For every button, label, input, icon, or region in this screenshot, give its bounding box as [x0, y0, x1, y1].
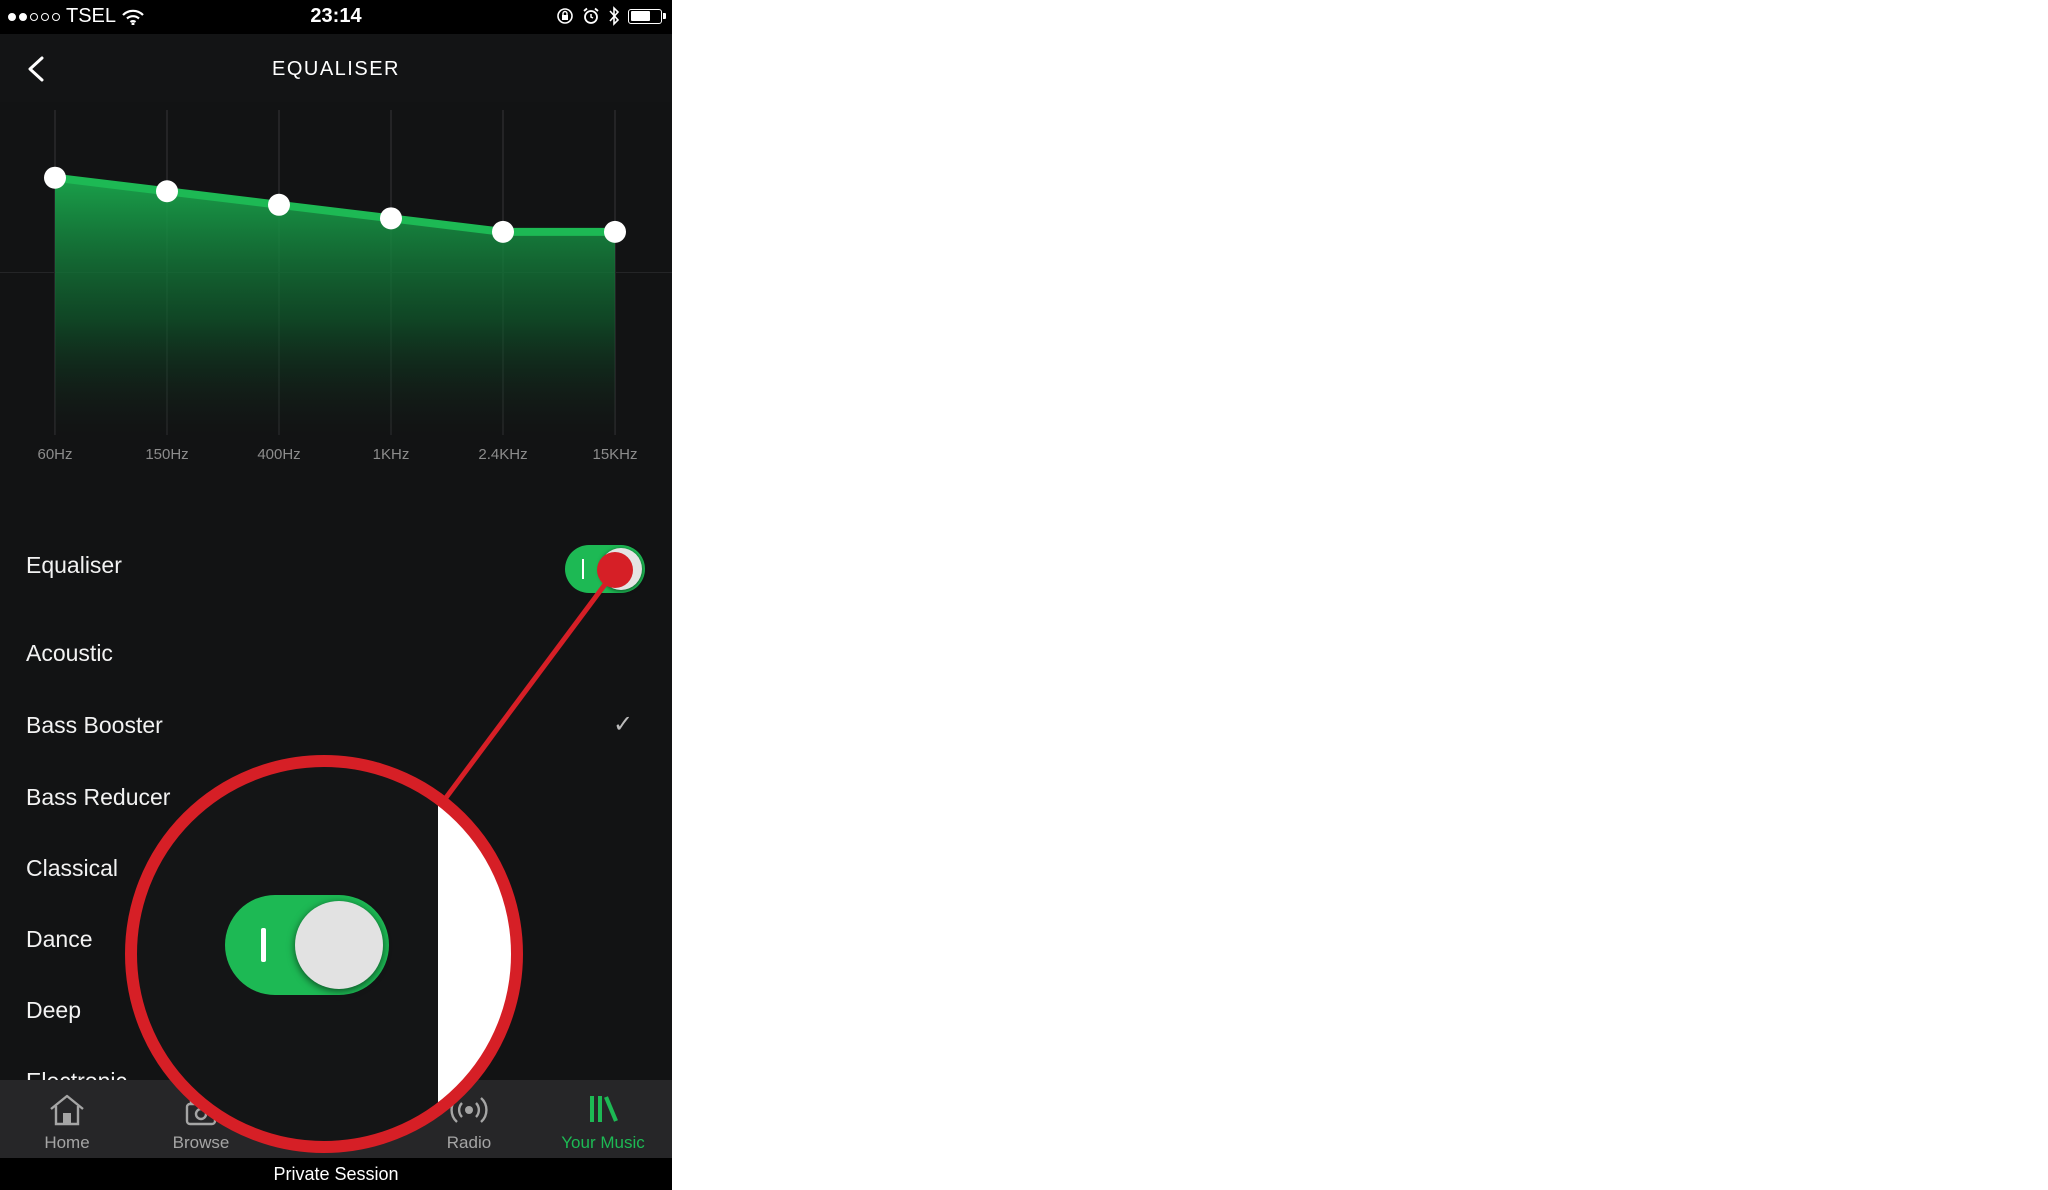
library-icon	[590, 1096, 618, 1122]
bluetooth-icon	[609, 6, 620, 26]
equaliser-chart[interactable]: 60Hz 150Hz 400Hz 1KHz 2.4KHz 15KHz	[0, 100, 672, 480]
zoom-magnifier	[128, 758, 520, 1150]
header-bar: EQUALISER	[0, 34, 672, 102]
equaliser-label: Equaliser	[26, 552, 122, 578]
zoomed-equaliser-toggle	[225, 895, 389, 995]
blank-canvas	[672, 0, 2048, 1190]
battery-icon	[628, 8, 666, 24]
eq-band-handle-3[interactable]	[380, 207, 402, 230]
tab-your-music[interactable]: Your Music	[548, 1080, 658, 1158]
preset-label: Dance	[26, 926, 93, 952]
private-session-banner[interactable]: Private Session	[0, 1158, 672, 1190]
eq-band-handle-5[interactable]	[604, 220, 626, 243]
alarm-icon	[583, 7, 599, 24]
eq-area-fill	[55, 177, 615, 435]
preset-label: Bass Booster	[26, 712, 163, 738]
tab-label: Your Music	[561, 1133, 645, 1152]
toggle-knob	[600, 548, 642, 590]
frequency-label: 2.4KHz	[478, 446, 527, 463]
eq-band-handle-2[interactable]	[268, 193, 290, 216]
tab-label: Home	[44, 1133, 90, 1152]
equaliser-toggle[interactable]	[565, 545, 645, 593]
frequency-label: 150Hz	[145, 446, 188, 463]
frequency-label: 400Hz	[257, 446, 300, 463]
tab-home[interactable]: Home	[12, 1080, 122, 1158]
checkmark-icon: ✓	[613, 711, 634, 738]
status-bar: TSEL 23:14	[0, 0, 672, 34]
rotation-lock-icon	[557, 8, 573, 24]
preset-label: Acoustic	[26, 640, 113, 666]
frequency-label: 60Hz	[37, 446, 72, 463]
eq-band-handle-0[interactable]	[44, 166, 66, 189]
preset-label: Deep	[26, 997, 81, 1023]
status-right	[556, 6, 666, 26]
frequency-label: 1KHz	[373, 446, 410, 463]
home-icon	[50, 1094, 84, 1126]
frequency-label: 15KHz	[592, 446, 637, 463]
phone-screen: TSEL 23:14 EQUALISER 60Hz 150Hz 400Hz 1K…	[0, 0, 672, 1190]
eq-band-handle-4[interactable]	[492, 220, 514, 243]
preset-label: Classical	[26, 855, 119, 881]
eq-band-handle-1[interactable]	[156, 180, 178, 203]
page-title: EQUALISER	[272, 58, 400, 80]
